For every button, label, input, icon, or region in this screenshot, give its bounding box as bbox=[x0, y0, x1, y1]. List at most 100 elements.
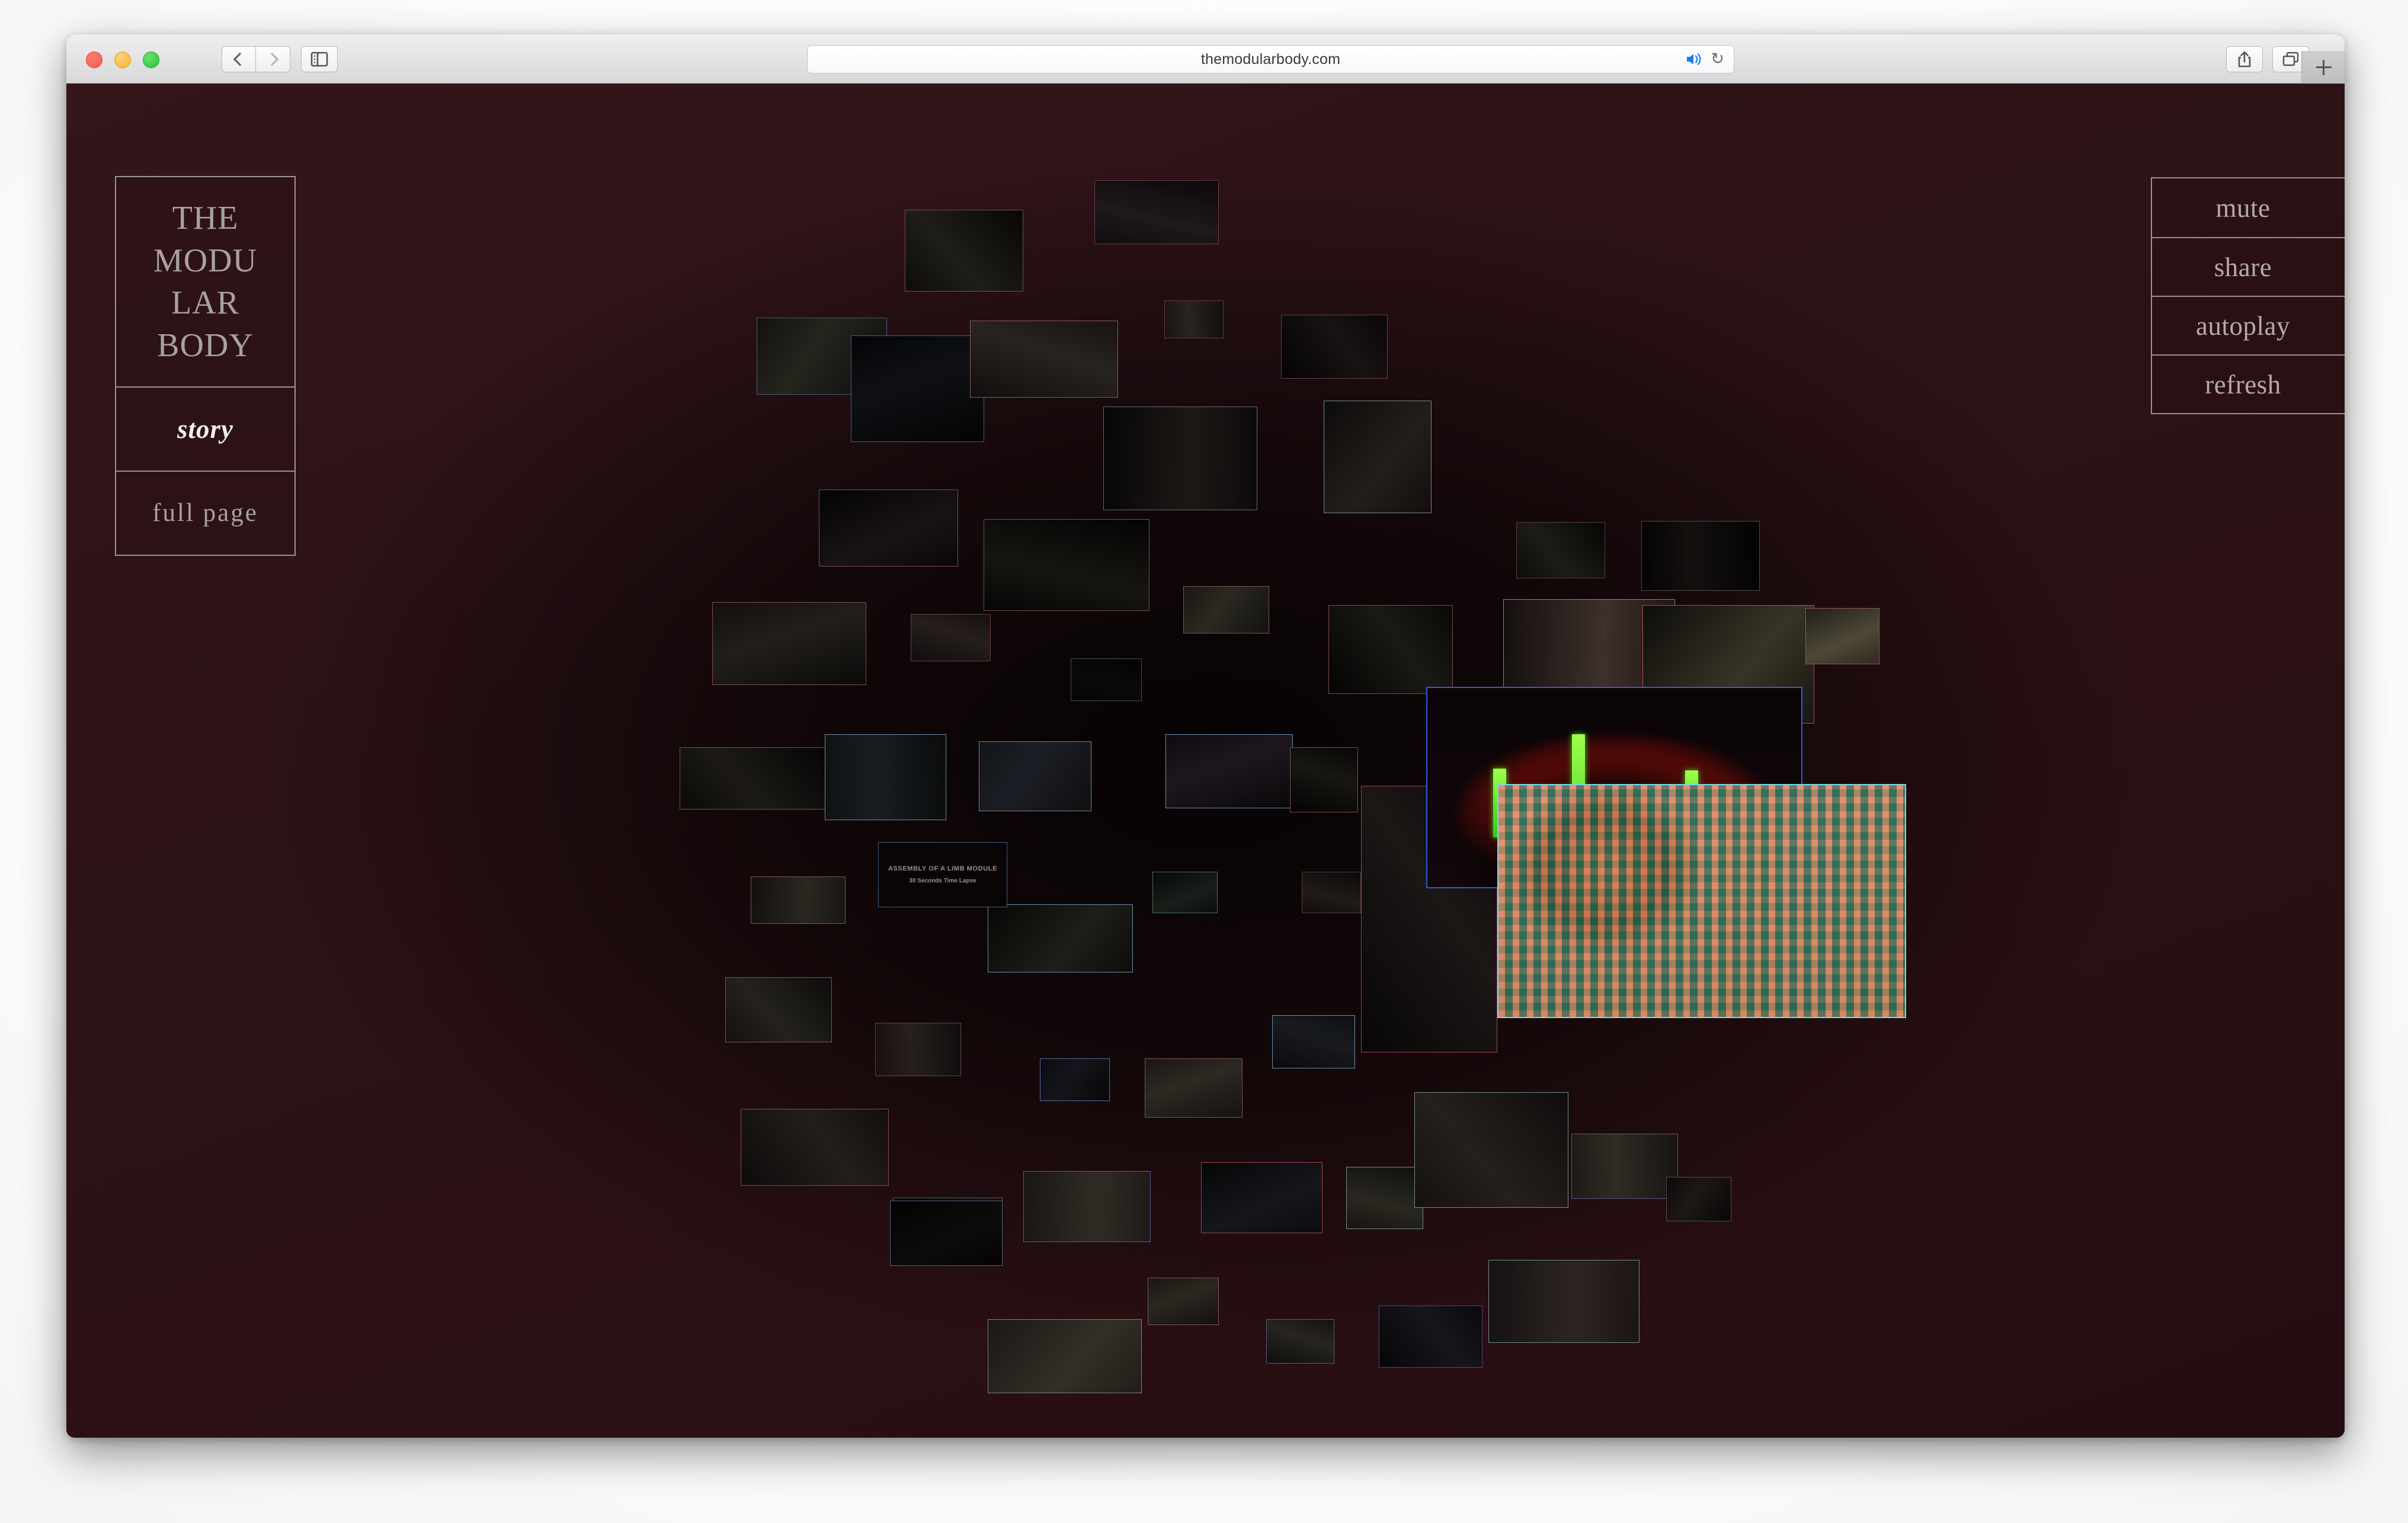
share-button[interactable] bbox=[2226, 46, 2263, 72]
thumbnail-image bbox=[1302, 872, 1360, 913]
site-title-line-1: MODU bbox=[153, 242, 258, 279]
thumbnail-image bbox=[988, 905, 1132, 972]
control-mute[interactable]: mute bbox=[2152, 178, 2345, 237]
video-mosaic[interactable]: ASSEMBLY OF A LIMB MODULE 30 Seconds Time… bbox=[66, 84, 2345, 1438]
thumbnail-image bbox=[1291, 748, 1357, 812]
mosaic-thumbnail[interactable] bbox=[905, 210, 1023, 292]
thumbnail-image bbox=[1267, 1320, 1334, 1363]
thumbnail-image bbox=[1040, 1059, 1109, 1100]
share-icon bbox=[2238, 51, 2251, 68]
control-autoplay-label: autoplay bbox=[2196, 311, 2290, 341]
back-button[interactable] bbox=[222, 46, 256, 72]
forward-button[interactable] bbox=[256, 46, 290, 72]
mosaic-thumbnail[interactable] bbox=[1302, 872, 1361, 913]
mosaic-thumbnail[interactable] bbox=[1071, 658, 1142, 701]
mosaic-thumbnail[interactable] bbox=[725, 977, 832, 1042]
mosaic-thumbnail[interactable] bbox=[712, 602, 866, 685]
thumbnail-image bbox=[1104, 407, 1257, 510]
thumbnail-image bbox=[1806, 609, 1879, 664]
mosaic-thumbnail[interactable] bbox=[1040, 1058, 1110, 1101]
nav-item-story[interactable]: story bbox=[116, 386, 294, 471]
zoom-window-button[interactable] bbox=[143, 52, 159, 68]
close-window-button[interactable] bbox=[86, 52, 103, 68]
thumbnail-image bbox=[1667, 1178, 1731, 1221]
control-refresh-label: refresh bbox=[2205, 369, 2281, 399]
browser-toolbar: themodularbody.com ↻ bbox=[66, 34, 2345, 84]
control-share[interactable]: share bbox=[2152, 237, 2345, 296]
mosaic-thumbnail[interactable] bbox=[1165, 734, 1293, 808]
thumbnail-image bbox=[1329, 606, 1452, 693]
thumbnail-image bbox=[1379, 1306, 1482, 1367]
mosaic-thumbnail[interactable] bbox=[680, 747, 828, 810]
mosaic-thumbnail[interactable] bbox=[1328, 605, 1453, 694]
mosaic-thumbnail[interactable] bbox=[1290, 747, 1358, 812]
control-autoplay[interactable]: autoplay bbox=[2152, 296, 2345, 354]
speaker-playing-icon[interactable] bbox=[1685, 52, 1703, 67]
thumbnail-image bbox=[971, 321, 1117, 397]
thumbnail-image bbox=[1415, 1093, 1568, 1207]
webpage-viewport: ASSEMBLY OF A LIMB MODULE 30 Seconds Time… bbox=[66, 84, 2345, 1438]
thumbnail-image bbox=[1166, 735, 1292, 808]
mosaic-thumbnail[interactable] bbox=[1516, 522, 1605, 578]
mosaic-thumbnail[interactable] bbox=[979, 741, 1091, 811]
thumbnail-image bbox=[979, 742, 1091, 811]
mosaic-thumbnail[interactable] bbox=[1183, 586, 1269, 633]
thumbnail-image bbox=[819, 490, 958, 566]
mosaic-thumbnail[interactable] bbox=[1148, 1278, 1219, 1325]
mosaic-thumbnail[interactable] bbox=[875, 1023, 961, 1076]
sidebar-toggle-button[interactable] bbox=[301, 46, 338, 72]
mosaic-thumbnail[interactable] bbox=[1201, 1162, 1323, 1233]
mosaic-thumbnail[interactable] bbox=[1164, 300, 1224, 338]
video-frame bbox=[1498, 785, 1905, 1017]
mosaic-thumbnail[interactable] bbox=[1272, 1015, 1355, 1068]
address-bar[interactable]: themodularbody.com ↻ bbox=[807, 45, 1734, 73]
mosaic-thumbnail[interactable] bbox=[1324, 401, 1432, 513]
mosaic-thumbnail[interactable] bbox=[1571, 1134, 1678, 1199]
foreground-playing-video[interactable] bbox=[1497, 784, 1906, 1018]
mosaic-thumbnail[interactable] bbox=[988, 904, 1133, 972]
mosaic-thumbnail[interactable] bbox=[851, 335, 984, 442]
mosaic-thumbnail-label-card[interactable]: ASSEMBLY OF A LIMB MODULE 30 Seconds Time… bbox=[878, 842, 1007, 907]
mosaic-thumbnail[interactable] bbox=[988, 1319, 1142, 1393]
control-mute-label: mute bbox=[2215, 193, 2271, 223]
thumbnail-image bbox=[1184, 587, 1269, 633]
nav-item-full-page[interactable]: full page bbox=[116, 470, 294, 555]
site-title: THE MODU LAR BODY bbox=[116, 177, 294, 386]
mosaic-thumbnail[interactable] bbox=[911, 614, 991, 661]
mosaic-thumbnail[interactable] bbox=[1152, 872, 1218, 913]
player-controls-panel: mute share autoplay refresh bbox=[2151, 177, 2345, 414]
mosaic-thumbnail[interactable] bbox=[1641, 521, 1760, 591]
mosaic-thumbnail[interactable] bbox=[984, 519, 1149, 611]
mosaic-thumbnail[interactable] bbox=[1379, 1306, 1482, 1368]
thumbnail-image bbox=[1024, 1172, 1150, 1242]
mosaic-thumbnail[interactable] bbox=[1266, 1319, 1334, 1364]
mosaic-thumbnail[interactable] bbox=[1488, 1260, 1640, 1343]
thumbnail-image bbox=[825, 735, 946, 820]
minimize-window-button[interactable] bbox=[114, 52, 131, 68]
mosaic-thumbnail[interactable] bbox=[890, 1201, 1003, 1266]
thumbnail-image bbox=[988, 1320, 1141, 1393]
safari-browser-window: themodularbody.com ↻ ASSEMBLY OF A LIMB … bbox=[66, 34, 2345, 1438]
mosaic-thumbnail[interactable] bbox=[1103, 407, 1257, 510]
mosaic-thumbnail[interactable] bbox=[1281, 315, 1388, 379]
mosaic-thumbnail[interactable] bbox=[1023, 1171, 1151, 1242]
mosaic-thumbnail[interactable] bbox=[819, 489, 958, 567]
mosaic-thumbnail[interactable] bbox=[751, 876, 846, 924]
mosaic-thumbnail[interactable] bbox=[1145, 1058, 1243, 1118]
mosaic-thumbnail[interactable] bbox=[1666, 1177, 1731, 1221]
mosaic-thumbnail[interactable] bbox=[1346, 1167, 1423, 1229]
thumbnail-image bbox=[1273, 1016, 1354, 1068]
mosaic-thumbnail[interactable] bbox=[1414, 1092, 1568, 1208]
thumbnail-image bbox=[1489, 1260, 1639, 1342]
control-refresh[interactable]: refresh bbox=[2152, 354, 2345, 413]
mosaic-thumbnail[interactable] bbox=[1094, 180, 1219, 244]
thumbnail-image bbox=[1347, 1167, 1423, 1228]
mosaic-thumbnail[interactable] bbox=[1805, 608, 1879, 664]
mosaic-thumbnail[interactable] bbox=[741, 1109, 889, 1186]
reload-icon[interactable]: ↻ bbox=[1711, 51, 1724, 67]
mosaic-thumbnail[interactable] bbox=[825, 734, 946, 820]
chevron-left-icon bbox=[233, 52, 247, 66]
mosaic-thumbnail[interactable] bbox=[970, 321, 1118, 398]
new-tab-button[interactable] bbox=[2301, 51, 2345, 84]
thumbnail-image bbox=[1153, 872, 1217, 913]
